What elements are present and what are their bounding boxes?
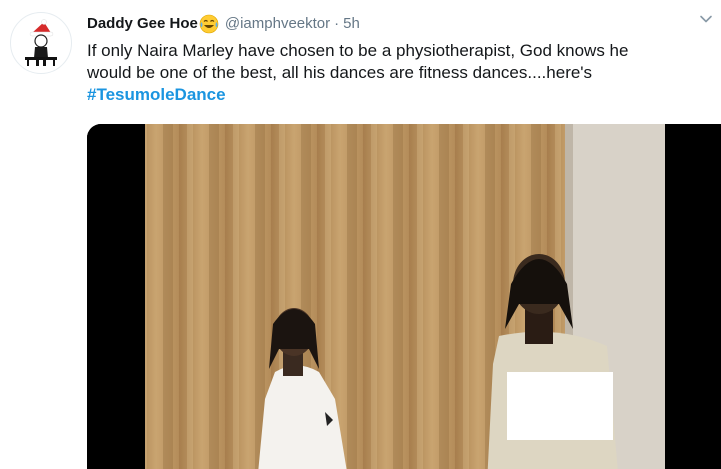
tweet-header: Daddy Gee Hoe @iamphveektor · 5h [87, 12, 360, 36]
timestamp[interactable]: 5h [343, 14, 360, 34]
hashtag-link[interactable]: #TesumoleDance [87, 84, 712, 106]
tweet: Daddy Gee Hoe @iamphveektor · 5h If only… [0, 0, 721, 469]
video-player[interactable] [87, 124, 721, 469]
tweet-text-line: If only Naira Marley have chosen to be a… [87, 41, 629, 60]
avatar[interactable] [10, 12, 72, 74]
separator-dot: · [334, 15, 340, 32]
author-name[interactable]: Daddy Gee Hoe [87, 14, 198, 34]
face-with-tears-of-joy-emoji [199, 14, 219, 34]
chevron-down-icon[interactable] [699, 12, 713, 26]
author-handle[interactable]: @iamphveektor [225, 14, 330, 34]
tweet-text-line: would be one of the best, all his dances… [87, 63, 593, 82]
tweet-text: If only Naira Marley have chosen to be a… [87, 40, 712, 106]
